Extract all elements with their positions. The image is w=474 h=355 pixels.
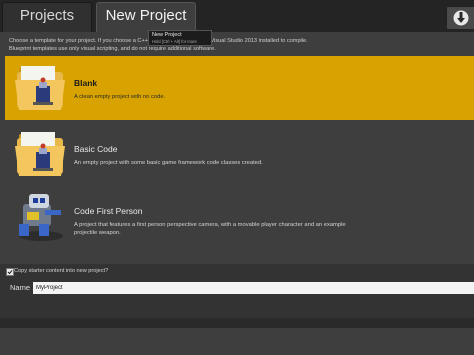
download-button[interactable] xyxy=(446,6,474,30)
tab-new-project[interactable]: New Project xyxy=(96,2,196,32)
template-title: Blank xyxy=(74,78,98,88)
template-item-code-first-person[interactable]: Code First Person A project that feature… xyxy=(5,184,474,248)
starter-content-label: Copy starter content into new project? xyxy=(14,268,109,274)
description-line-1: Choose a template for your project. If y… xyxy=(9,38,308,44)
tooltip: New Project Hold [Ctrl + Alt] for more xyxy=(148,30,212,46)
folder-icon xyxy=(15,66,65,110)
checkmark-icon xyxy=(7,270,13,275)
project-name-input[interactable] xyxy=(33,282,474,294)
template-subtitle: A project that features a first person p… xyxy=(74,222,346,236)
tooltip-hint: Hold [Ctrl + Alt] for more xyxy=(152,39,197,44)
template-title: Code First Person xyxy=(74,206,143,216)
description-line-2: Blueprint templates use only visual scri… xyxy=(9,46,216,52)
top-bar: Projects New Project xyxy=(0,0,474,32)
template-subtitle: An empty project with some basic game fr… xyxy=(74,160,263,166)
tab-projects[interactable]: Projects xyxy=(2,2,92,32)
template-description: Choose a template for your project. If y… xyxy=(9,37,469,53)
name-label: Name xyxy=(10,283,31,292)
template-item-basic-code[interactable]: Basic Code An empty project with some ba… xyxy=(5,122,474,186)
template-title: Basic Code xyxy=(74,144,118,154)
folder-icon xyxy=(15,132,65,176)
starter-content-checkbox[interactable] xyxy=(6,268,14,276)
project-settings-panel: Copy starter content into new project? N… xyxy=(0,264,474,324)
template-subtitle: A clean empty project with no code. xyxy=(74,94,166,100)
template-list: Blank A clean empty project with no code… xyxy=(5,56,474,256)
footer-area xyxy=(0,328,474,355)
tooltip-title: New Project xyxy=(152,32,182,38)
download-icon xyxy=(453,10,469,26)
robot-icon xyxy=(19,194,63,241)
footer-divider xyxy=(0,318,474,328)
template-item-blank[interactable]: Blank A clean empty project with no code… xyxy=(5,56,474,120)
